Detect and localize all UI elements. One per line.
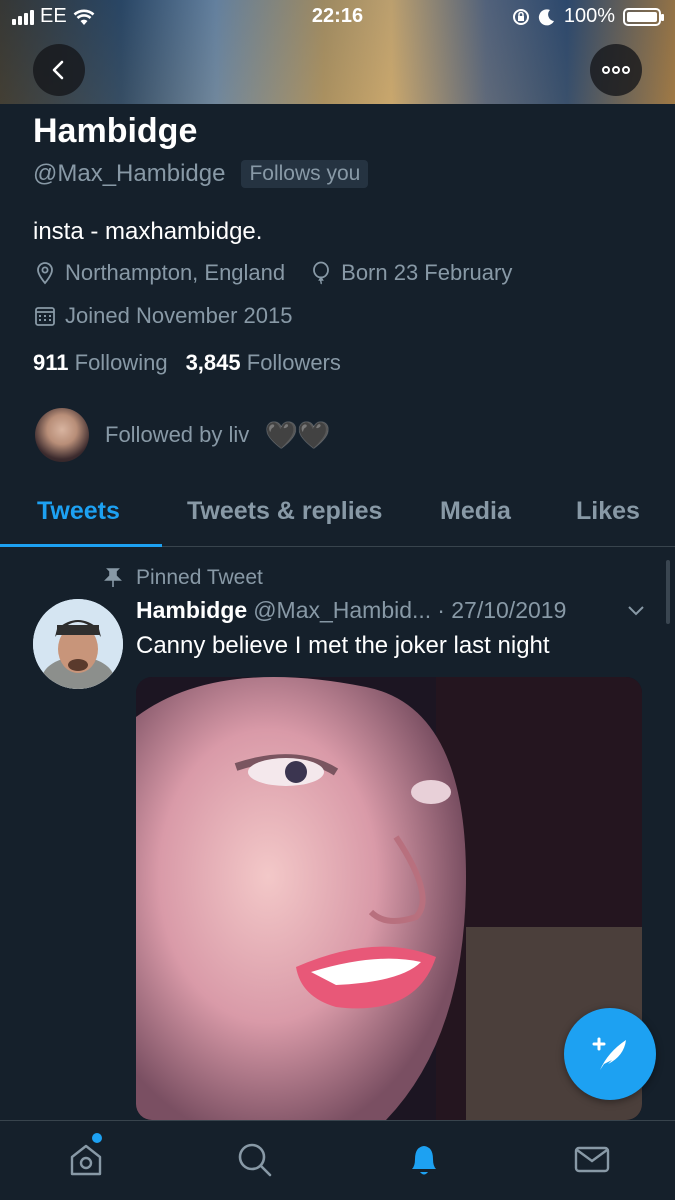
handle-row: @Max_Hambidge Follows you — [33, 160, 369, 188]
followed-by-row[interactable]: Followed by liv 🖤🖤 — [35, 408, 330, 462]
profile-birthday: Born 23 February — [341, 260, 513, 285]
calendar-icon — [35, 307, 55, 326]
tweet-text: Canny believe I met the joker last night — [136, 632, 550, 659]
avatar-image — [33, 599, 123, 689]
profile-joined: Joined November 2015 — [65, 303, 293, 328]
rotation-lock-icon — [512, 8, 529, 25]
pinned-text: Pinned Tweet — [136, 566, 263, 589]
followers-label: Followers — [246, 350, 341, 375]
balloon-icon — [313, 261, 330, 285]
more-dots-icon — [602, 66, 630, 74]
search-icon[interactable] — [234, 1139, 274, 1179]
following-count: 911 — [33, 350, 69, 375]
followers-count: 3,845 — [185, 350, 241, 375]
battery-icon — [623, 7, 664, 26]
tweet-author-handle: @Max_Hambid... — [253, 597, 432, 623]
tab-media[interactable]: Media — [440, 497, 511, 526]
tab-tweets[interactable]: Tweets — [37, 497, 120, 526]
back-button[interactable] — [33, 44, 85, 96]
tweet-date: · 27/10/2019 — [437, 597, 567, 623]
moon-icon — [538, 8, 554, 25]
chevron-left-icon — [52, 60, 64, 80]
tweet-author-name[interactable]: Hambidge — [136, 597, 247, 624]
pinned-tweet-label: Pinned Tweet — [104, 566, 263, 590]
follow-counts: 911 Following 3,845 Followers — [33, 350, 341, 376]
compose-tweet-button[interactable] — [564, 1008, 656, 1100]
follower-avatar — [35, 408, 89, 462]
pin-icon — [104, 568, 122, 587]
followed-by-emoji: 🖤🖤 — [265, 419, 331, 450]
tweet-header: Hambidge @Max_Hambid... · 27/10/2019 — [136, 597, 646, 624]
scrollbar[interactable] — [666, 560, 670, 624]
home-notification-dot — [92, 1133, 102, 1143]
more-options-button[interactable] — [590, 44, 642, 96]
profile-location: Northampton, England — [65, 260, 286, 285]
followed-by-text: Followed by liv — [105, 422, 250, 447]
tab-likes[interactable]: Likes — [576, 497, 640, 526]
tweet-author-avatar[interactable] — [33, 599, 123, 689]
followers-link[interactable]: 3,845 Followers — [186, 350, 341, 376]
following-label: Following — [74, 350, 168, 375]
location-pin-icon — [37, 262, 53, 285]
profile-bio: insta - maxhambidge. — [33, 218, 263, 245]
profile-joined-row: Joined November 2015 — [33, 303, 292, 329]
follows-you-badge: Follows you — [241, 160, 369, 188]
following-link[interactable]: 911 Following — [33, 350, 168, 376]
active-tab-indicator — [0, 544, 162, 547]
compose-feather-icon — [592, 1037, 626, 1070]
chevron-down-icon[interactable] — [626, 597, 646, 625]
tab-tweets-replies[interactable]: Tweets & replies — [187, 497, 382, 526]
notifications-icon[interactable] — [404, 1139, 444, 1179]
profile-tabs: Tweets Tweets & replies Media Likes — [0, 485, 675, 547]
messages-icon[interactable] — [572, 1139, 612, 1179]
profile-handle: @Max_Hambidge — [33, 160, 226, 187]
status-bar: EE 22:16 100% — [0, 0, 675, 34]
home-icon[interactable] — [66, 1139, 106, 1179]
bottom-nav — [0, 1120, 675, 1200]
profile-name: Hambidge — [33, 112, 198, 150]
profile-meta-row: Northampton, England Born 23 February — [33, 260, 512, 286]
battery-percent: 100% — [563, 5, 615, 27]
